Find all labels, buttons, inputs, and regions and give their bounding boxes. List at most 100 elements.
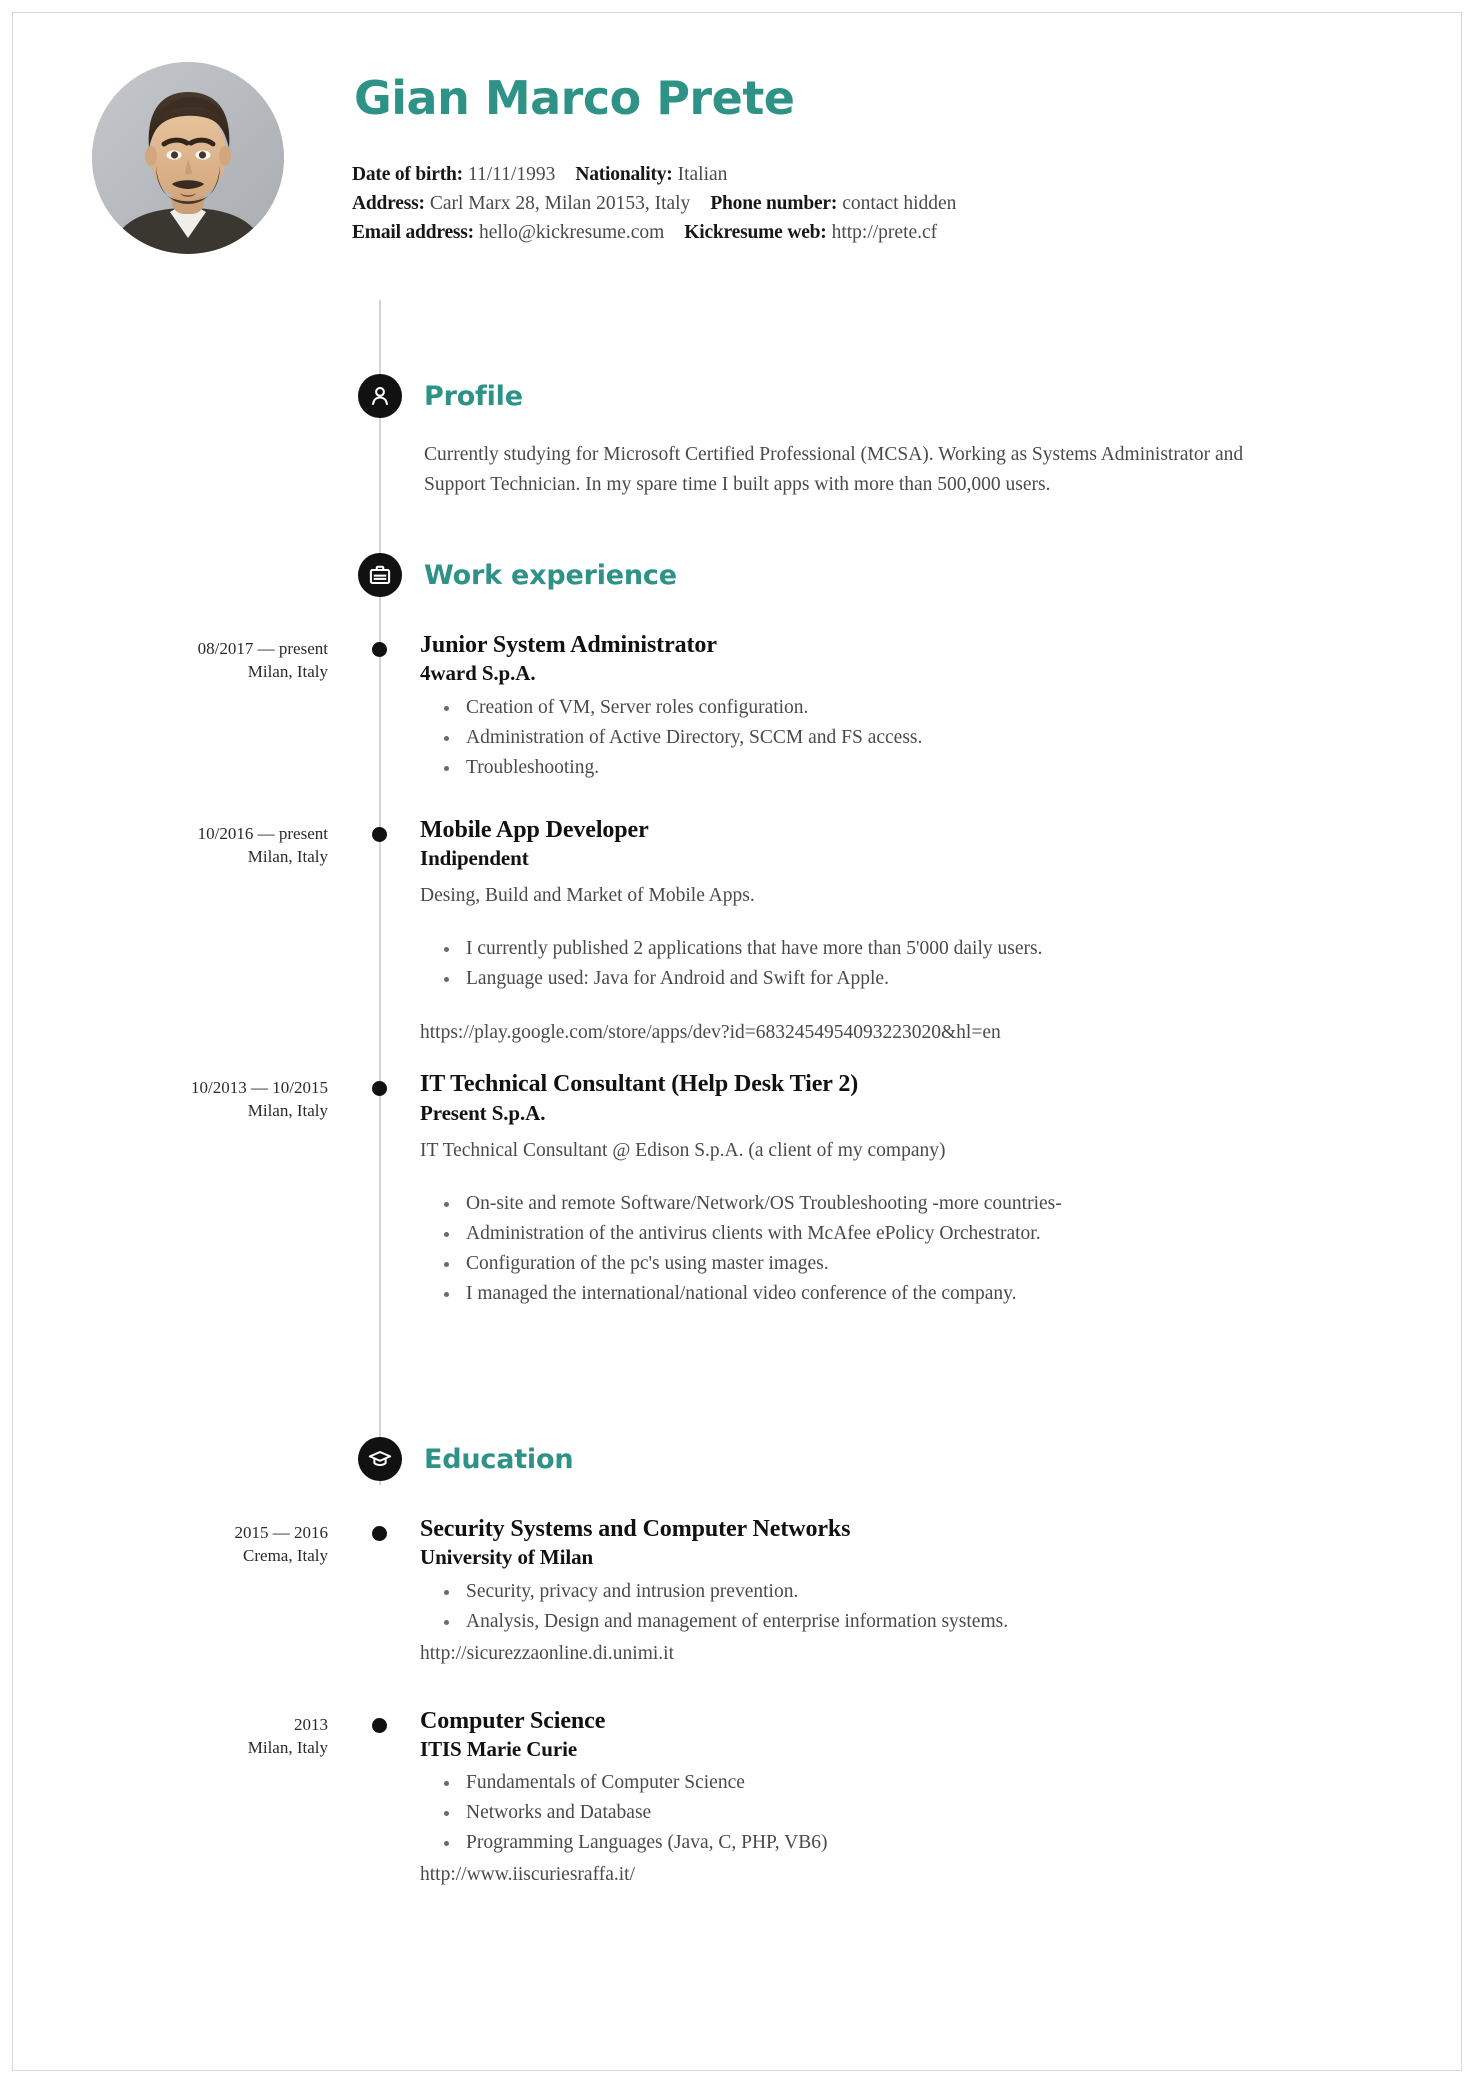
list-item: Configuration of the pc's using master i… — [444, 1249, 1474, 1279]
contact-row-2: Address: Carl Marx 28, Milan 20153, Italy… — [352, 189, 956, 218]
nationality-label: Nationality: — [575, 164, 673, 186]
section-education: Education 2015 — 2016 Crema, Italy Secur… — [0, 1437, 1474, 1890]
web-label: Kickresume web: — [684, 222, 827, 244]
list-item: On-site and remote Software/Network/OS T… — [444, 1189, 1474, 1219]
entry-dates: 10/2016 — present — [197, 823, 328, 843]
entry-title: IT Technical Consultant (Help Desk Tier … — [420, 1071, 859, 1098]
entry-meta: 2015 — 2016 Crema, Italy — [0, 1515, 344, 1669]
profile-section-header: Profile — [0, 374, 1474, 418]
list-item: Fundamentals of Computer Science — [444, 1768, 1474, 1798]
phone-value: contact hidden — [842, 193, 957, 215]
entry-bullets: Security, privacy and intrusion preventi… — [420, 1577, 1474, 1637]
entry-dates: 2013 — [294, 1714, 328, 1734]
resume-header: Gian Marco Prete Date of birth: 11/11/199… — [0, 0, 1474, 254]
entry-title: Security Systems and Computer Networks — [420, 1516, 851, 1542]
list-item: Troubleshooting. — [444, 753, 1474, 783]
list-item: I managed the international/national vid… — [444, 1279, 1474, 1309]
list-item: Security, privacy and intrusion preventi… — [444, 1577, 1474, 1607]
profile-section-title: Profile — [424, 380, 523, 412]
entry-meta: 08/2017 — present Milan, Italy — [0, 631, 344, 783]
graduation-cap-icon — [358, 1437, 402, 1481]
entry-title: Mobile App Developer — [420, 816, 649, 843]
list-item: Analysis, Design and management of enter… — [444, 1607, 1474, 1637]
email-value[interactable]: hello@kickresume.com — [479, 222, 664, 243]
education-section-title: Education — [424, 1443, 574, 1475]
list-item: Administration of the antivirus clients … — [444, 1219, 1474, 1249]
phone-label: Phone number: — [710, 193, 838, 215]
avatar — [92, 62, 284, 254]
table-row: 2015 — 2016 Crema, Italy Security System… — [0, 1515, 1474, 1669]
briefcase-icon — [358, 553, 402, 597]
entry-title: Junior System Administrator — [420, 632, 717, 658]
entry-meta: 10/2016 — present Milan, Italy — [0, 816, 344, 1049]
timeline-dot — [372, 1081, 387, 1097]
header-text-block: Gian Marco Prete Date of birth: 11/11/199… — [352, 62, 956, 247]
web-value[interactable]: http://prete.cf — [832, 222, 938, 243]
timeline-dot — [372, 826, 387, 842]
entry-place: Milan, Italy — [247, 1737, 328, 1757]
timeline-dot — [372, 1526, 387, 1541]
address-label: Address: — [352, 193, 425, 215]
education-section-header: Education — [0, 1437, 1474, 1481]
list-item: I currently published 2 applications tha… — [444, 934, 1474, 964]
person-icon — [358, 374, 402, 418]
list-item: Programming Languages (Java, C, PHP, VB6… — [444, 1828, 1474, 1858]
contact-details: Date of birth: 11/11/1993 Nationality: Ital… — [352, 160, 956, 247]
entry-place: Milan, Italy — [247, 846, 328, 866]
entry-place: Milan, Italy — [247, 1101, 328, 1121]
entry-org: University of Milan — [420, 1545, 594, 1570]
entry-body: IT Technical Consultant (Help Desk Tier … — [420, 1070, 1474, 1309]
section-work-experience: Work experience 08/2017 — present Milan,… — [0, 553, 1474, 1309]
contact-row-3: Email address: hello@kickresume.com Kickre… — [352, 218, 956, 247]
list-item: Administration of Active Directory, SCCM… — [444, 723, 1474, 753]
table-row: 10/2013 — 10/2015 Milan, Italy IT Techni… — [0, 1070, 1474, 1309]
contact-row-1: Date of birth: 11/11/1993 Nationality: Ital… — [352, 160, 956, 189]
entry-meta: 2013 Milan, Italy — [0, 1707, 344, 1891]
entry-description: IT Technical Consultant @ Edison S.p.A. … — [420, 1139, 946, 1161]
work-section-title: Work experience — [424, 559, 677, 591]
entry-bullets: I currently published 2 applications tha… — [420, 934, 1474, 994]
entry-org: Present S.p.A. — [420, 1100, 546, 1125]
entry-org: 4ward S.p.A. — [420, 661, 536, 686]
education-entries-list: 2015 — 2016 Crema, Italy Security System… — [0, 1515, 1474, 1890]
work-section-header: Work experience — [0, 553, 1474, 597]
entry-description: Desing, Build and Market of Mobile Apps. — [420, 885, 755, 907]
work-entries-list: 08/2017 — present Milan, Italy Junior Sy… — [0, 631, 1474, 1309]
list-item: Networks and Database — [444, 1798, 1474, 1828]
email-label: Email address: — [352, 222, 474, 244]
entry-body: Computer Science ITIS Marie Curie Fundam… — [420, 1707, 1474, 1891]
entry-dates: 2015 — 2016 — [234, 1523, 329, 1542]
entry-body: Security Systems and Computer Networks U… — [420, 1515, 1474, 1669]
entry-bullets: On-site and remote Software/Network/OS T… — [420, 1189, 1474, 1309]
section-profile: Profile Currently studying for Microsoft… — [0, 374, 1474, 500]
entry-body: Mobile App Developer Indipendent Desing,… — [420, 816, 1474, 1049]
entry-meta: 10/2013 — 10/2015 Milan, Italy — [0, 1070, 344, 1309]
entry-org: ITIS Marie Curie — [420, 1736, 578, 1761]
profile-text: Currently studying for Microsoft Certifi… — [424, 444, 1244, 495]
list-item: Language used: Java for Android and Swif… — [444, 964, 1474, 994]
entry-place: Crema, Italy — [243, 1546, 328, 1565]
portrait-photo-icon — [92, 62, 284, 254]
resume-page: Gian Marco Prete Date of birth: 11/11/199… — [0, 0, 1474, 2083]
table-row: 10/2016 — present Milan, Italy Mobile Ap… — [0, 816, 1474, 1049]
page-title: Gian Marco Prete — [354, 71, 795, 125]
timeline-dot — [372, 1717, 387, 1733]
entry-body: Junior System Administrator 4ward S.p.A.… — [420, 631, 1474, 783]
dob-label: Date of birth: — [352, 164, 463, 186]
entry-link[interactable]: http://www.iiscuriesraffa.it/ — [420, 1860, 1474, 1890]
entry-dates: 10/2013 — 10/2015 — [191, 1078, 328, 1098]
timeline-dot — [372, 642, 387, 657]
entry-place: Milan, Italy — [247, 662, 328, 681]
entry-bullets: Creation of VM, Server roles configurati… — [420, 693, 1474, 783]
nationality-value: Italian — [677, 164, 728, 186]
entry-bullets: Fundamentals of Computer Science Network… — [420, 1768, 1474, 1858]
table-row: 2013 Milan, Italy Computer Science ITIS … — [0, 1707, 1474, 1891]
table-row: 08/2017 — present Milan, Italy Junior Sy… — [0, 631, 1474, 783]
entry-link[interactable]: https://play.google.com/store/apps/dev?i… — [420, 1018, 1474, 1048]
dob-value: 11/11/1993 — [467, 164, 556, 186]
entry-link[interactable]: http://sicurezzaonline.di.unimi.it — [420, 1639, 1474, 1669]
entry-org: Indipendent — [420, 845, 529, 870]
entry-dates: 08/2017 — present — [197, 639, 328, 658]
list-item: Creation of VM, Server roles configurati… — [444, 693, 1474, 723]
address-value: Carl Marx 28, Milan 20153, Italy — [429, 193, 691, 215]
